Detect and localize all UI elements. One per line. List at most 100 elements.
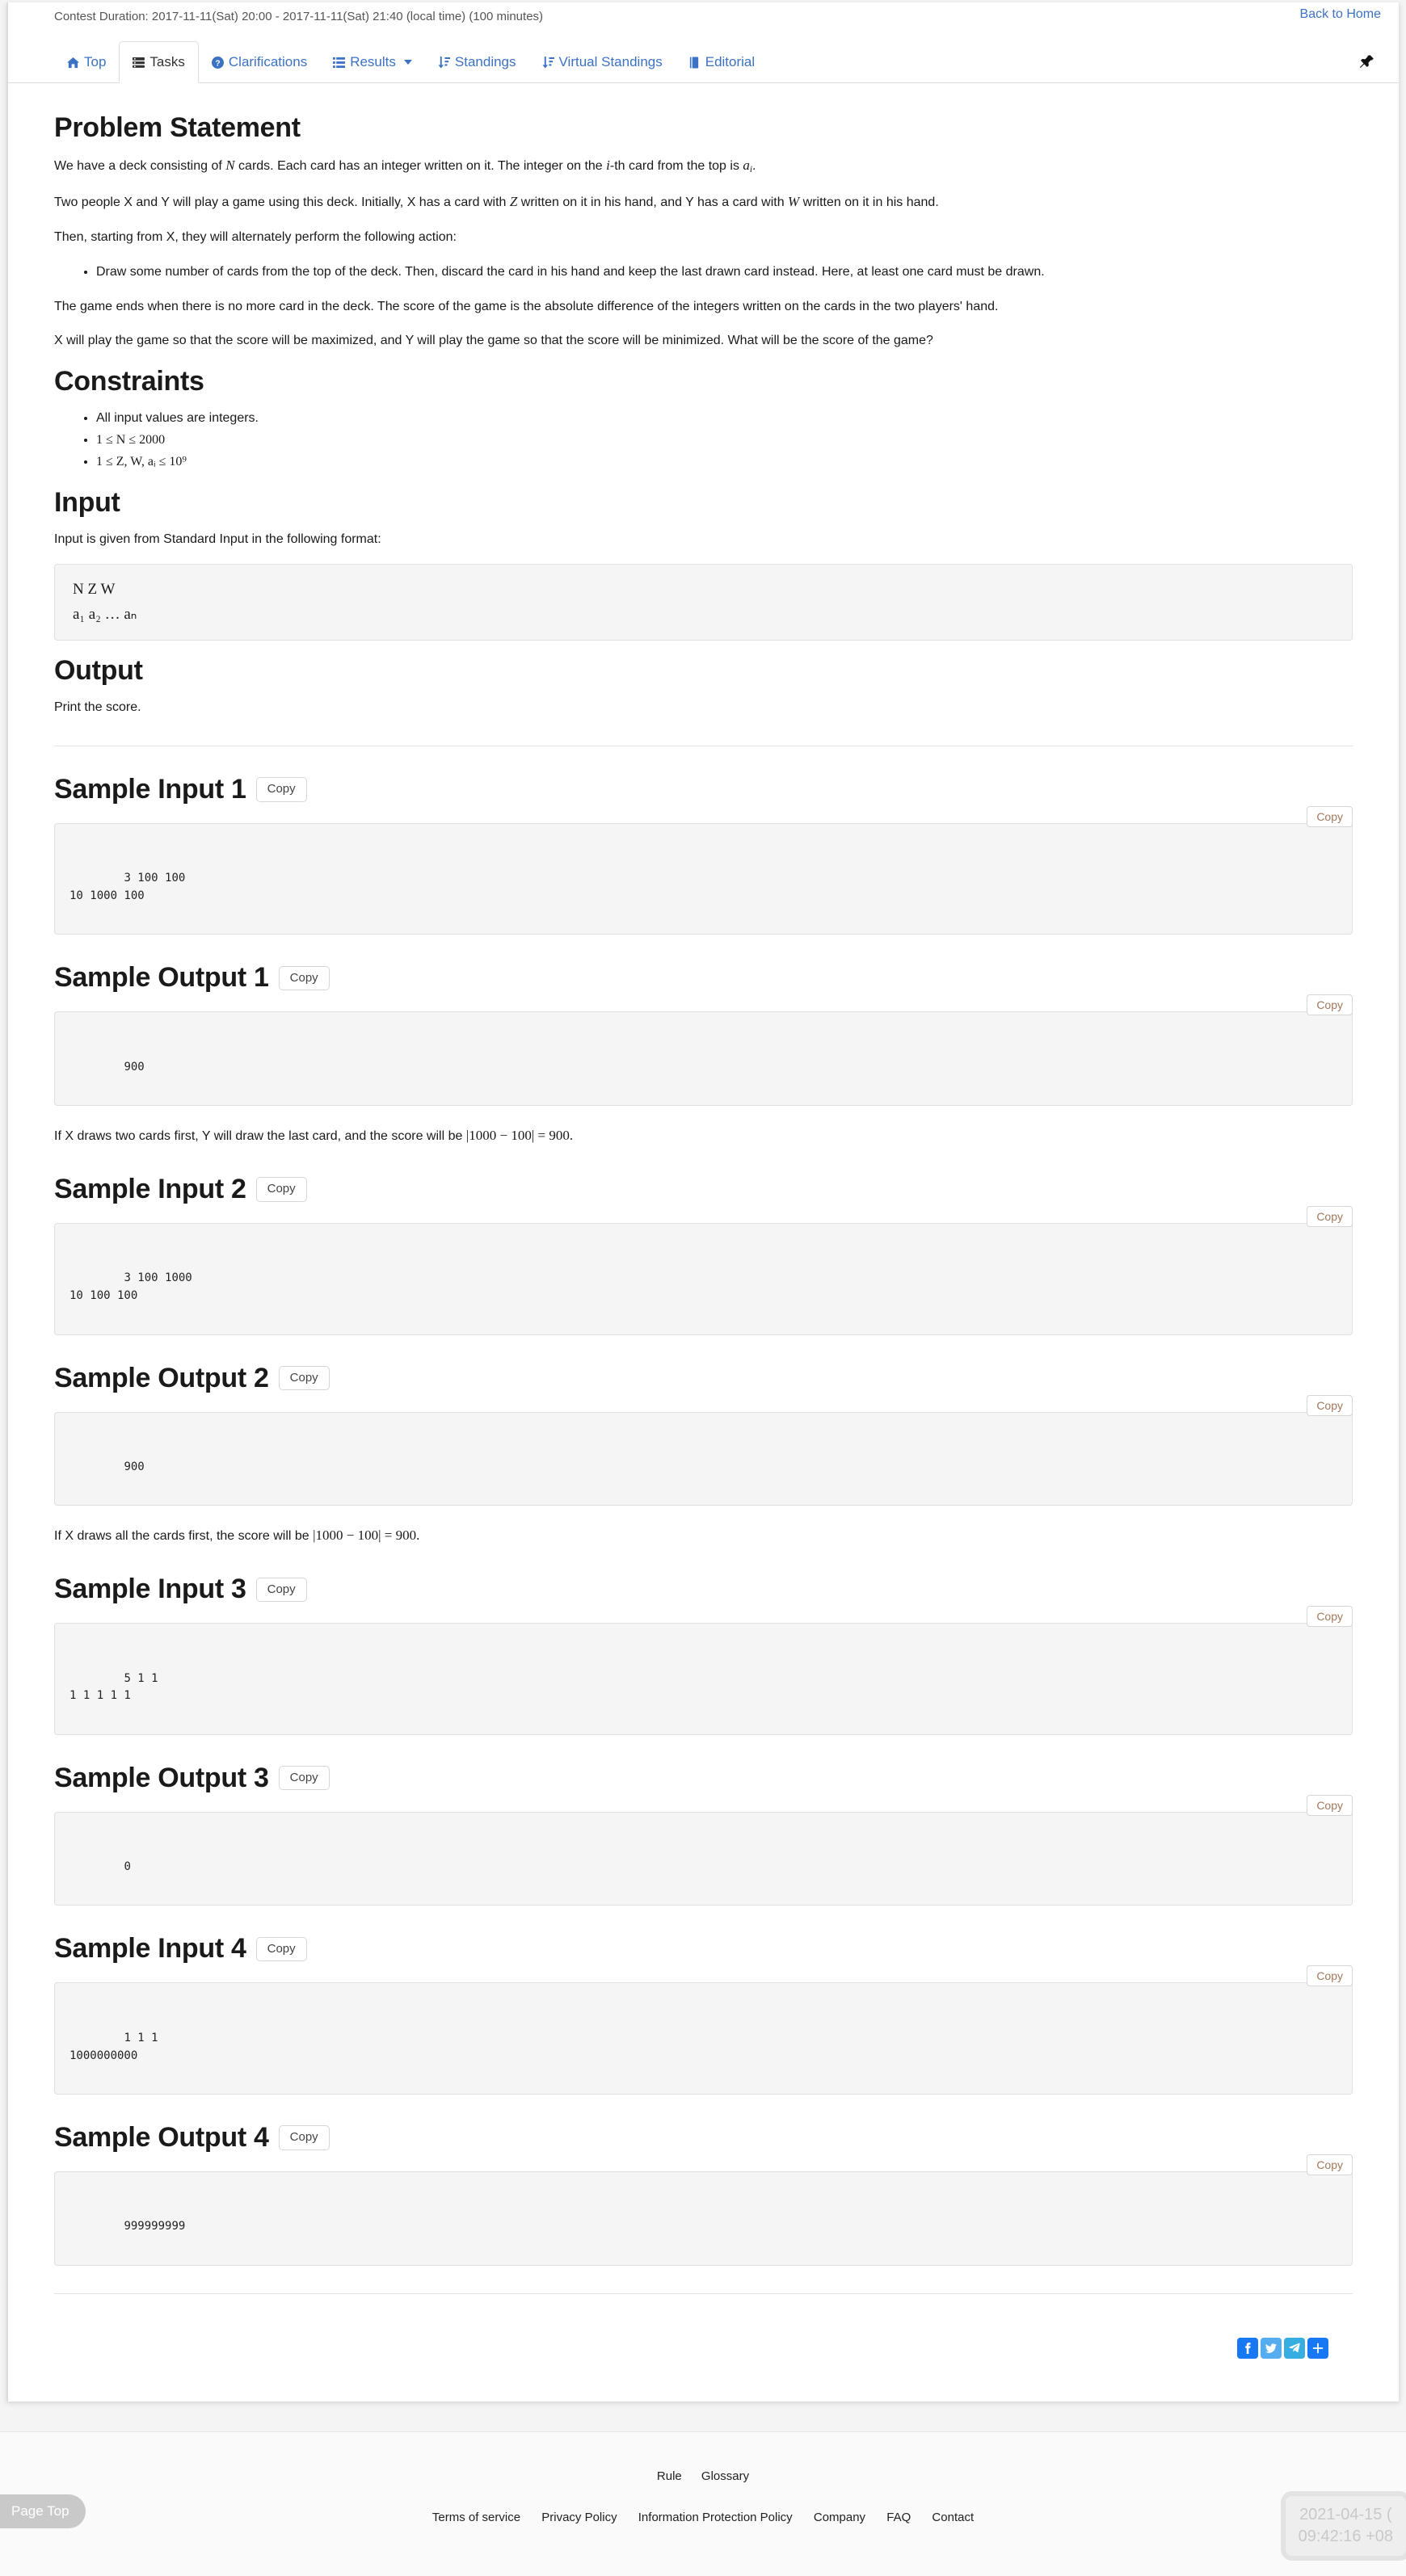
site-footer: Rule Glossary Terms of service Privacy P… bbox=[0, 2431, 1406, 2576]
sample-code-box: Copy 900 bbox=[54, 994, 1353, 1107]
section-heading-problem-statement: Problem Statement bbox=[54, 112, 301, 143]
sample-header: Sample Output 1 Copy bbox=[54, 962, 1353, 994]
text-fragment: written on it in his hand. bbox=[799, 195, 939, 210]
text-fragment: . bbox=[752, 159, 756, 173]
sample-code-box: Copy 999999999 bbox=[54, 2154, 1353, 2266]
text-fragment: If X draws two cards first, Y will draw … bbox=[54, 1129, 466, 1144]
sample-code-box: Copy 5 1 1 1 1 1 1 1 bbox=[54, 1606, 1353, 1735]
sample-block: Sample Input 2 Copy Copy 3 100 1000 10 1… bbox=[54, 1174, 1353, 1335]
page-top-button[interactable]: Page Top bbox=[0, 2494, 86, 2528]
nav-tab-clarifications[interactable]: ? Clarifications bbox=[199, 41, 320, 83]
problem-content: Problem Statement We have a deck consist… bbox=[8, 83, 1399, 2359]
copy-button[interactable]: Copy bbox=[278, 1765, 330, 1791]
svg-text:?: ? bbox=[215, 59, 220, 68]
inline-copy-button[interactable]: Copy bbox=[1307, 994, 1353, 1016]
copy-button[interactable]: Copy bbox=[278, 965, 330, 991]
problem-action-list: Draw some number of cards from the top o… bbox=[54, 263, 1353, 283]
inline-copy-button[interactable]: Copy bbox=[1307, 1794, 1353, 1816]
nav-tab-label: Virtual Standings bbox=[558, 54, 663, 69]
sort-amount-icon bbox=[438, 56, 450, 69]
sample-title: Sample Input 1 bbox=[54, 773, 246, 805]
question-circle-icon: ? bbox=[211, 56, 224, 69]
contest-nav: Top Tasks ? Clarifications Results Stand… bbox=[8, 41, 1399, 83]
nav-tab-results[interactable]: Results bbox=[320, 41, 425, 83]
back-to-home-link[interactable]: Back to Home bbox=[1300, 7, 1381, 22]
section-heading-output: Output bbox=[54, 655, 143, 687]
sample-header: Sample Input 1 Copy bbox=[54, 774, 1353, 805]
problem-paragraph-4: The game ends when there is no more card… bbox=[54, 299, 999, 313]
sample-header: Sample Input 2 Copy bbox=[54, 1174, 1353, 1205]
sample-code-box: Copy 3 100 100 10 1000 100 bbox=[54, 805, 1353, 935]
input-format-box: N Z W a₁ a₂ … aₙ bbox=[54, 564, 1353, 641]
sample-block: Sample Input 4 Copy Copy 1 1 1 100000000… bbox=[54, 1933, 1353, 2095]
sample-block: Sample Input 1 Copy Copy 3 100 100 10 10… bbox=[54, 774, 1353, 935]
chevron-down-icon bbox=[403, 60, 412, 65]
sample-code-box: Copy 1 1 1 1000000000 bbox=[54, 1965, 1353, 2095]
clock-date-line: 2021-04-15 ( bbox=[1299, 2506, 1392, 2523]
copy-button[interactable]: Copy bbox=[255, 777, 307, 802]
problem-paragraph-2: Two people X and Y will play a game usin… bbox=[54, 191, 1353, 213]
tasks-icon bbox=[133, 57, 145, 69]
book-icon bbox=[688, 56, 701, 69]
text-fragment: written on it in his hand, and Y has a c… bbox=[517, 195, 789, 210]
nav-tab-top[interactable]: Top bbox=[54, 41, 119, 83]
copy-button[interactable]: Copy bbox=[255, 1177, 307, 1202]
footer-link-contact[interactable]: Contact bbox=[932, 2511, 974, 2524]
problem-paragraph-3: Then, starting from X, they will alterna… bbox=[54, 229, 457, 244]
footer-link-terms-of-service[interactable]: Terms of service bbox=[432, 2511, 520, 2524]
nav-tab-virtual-standings[interactable]: Virtual Standings bbox=[529, 41, 676, 83]
footer-link-company[interactable]: Company bbox=[814, 2511, 865, 2524]
footer-link-privacy-policy[interactable]: Privacy Policy bbox=[541, 2511, 617, 2524]
section-heading-constraints: Constraints bbox=[54, 366, 204, 397]
nav-tab-label: Top bbox=[84, 54, 107, 69]
footer-top-links: Rule Glossary bbox=[0, 2432, 1406, 2483]
nav-tab-standings[interactable]: Standings bbox=[425, 41, 529, 83]
sample-title: Sample Output 2 bbox=[54, 1362, 269, 1393]
math-ai: a bbox=[743, 158, 750, 173]
inline-copy-button[interactable]: Copy bbox=[1307, 1606, 1353, 1628]
sample-explanation: If X draws two cards first, Y will draw … bbox=[54, 1125, 1353, 1146]
inline-copy-button[interactable]: Copy bbox=[1307, 805, 1353, 827]
inline-copy-button[interactable]: Copy bbox=[1307, 1206, 1353, 1228]
footer-link-information-protection-policy[interactable]: Information Protection Policy bbox=[638, 2511, 793, 2524]
inline-copy-button[interactable]: Copy bbox=[1307, 1394, 1353, 1416]
constraints-list: All input values are integers. 1 ≤ N ≤ 2… bbox=[54, 409, 1353, 472]
text-fragment: If X draws all the cards first, the scor… bbox=[54, 1529, 314, 1544]
telegram-share-icon[interactable] bbox=[1284, 2337, 1305, 2359]
nav-tab-label: Tasks bbox=[149, 54, 185, 69]
more-share-icon[interactable] bbox=[1307, 2337, 1328, 2359]
list-item: All input values are integers. bbox=[96, 409, 1353, 429]
math-expression: |1000 − 100| = 900. bbox=[313, 1528, 420, 1544]
nav-tab-editorial[interactable]: Editorial bbox=[676, 41, 768, 83]
twitter-share-icon[interactable] bbox=[1261, 2337, 1282, 2359]
list-item: 1 ≤ N ≤ 2000 bbox=[96, 431, 1353, 451]
nav-tab-label: Standings bbox=[454, 54, 516, 69]
inline-copy-button[interactable]: Copy bbox=[1307, 2154, 1353, 2175]
copy-button[interactable]: Copy bbox=[255, 1577, 307, 1603]
copy-button[interactable]: Copy bbox=[278, 2125, 330, 2150]
text-fragment: cards. Each card has an integer written … bbox=[234, 159, 607, 173]
output-lead-text: Print the score. bbox=[54, 700, 141, 715]
home-icon bbox=[67, 57, 79, 69]
nav-tab-tasks[interactable]: Tasks bbox=[119, 41, 199, 83]
sample-title: Sample Input 4 bbox=[54, 1933, 246, 1965]
inline-copy-button[interactable]: Copy bbox=[1307, 1965, 1353, 1987]
pin-icon[interactable] bbox=[1355, 51, 1378, 74]
text-fragment: Two people X and Y will play a game usin… bbox=[54, 195, 510, 210]
math-W: W bbox=[788, 194, 800, 210]
sample-header: Sample Input 3 Copy bbox=[54, 1574, 1353, 1605]
sample-code-text: 1 1 1 1000000000 bbox=[69, 2031, 158, 2062]
footer-link-faq[interactable]: FAQ bbox=[886, 2511, 911, 2524]
divider bbox=[54, 2292, 1353, 2294]
facebook-share-icon[interactable] bbox=[1237, 2337, 1258, 2359]
footer-link-glossary[interactable]: Glossary bbox=[701, 2469, 749, 2483]
footer-link-rule[interactable]: Rule bbox=[657, 2469, 682, 2483]
copy-button[interactable]: Copy bbox=[255, 1936, 307, 1962]
input-format-line-1: N Z W bbox=[73, 581, 116, 599]
sample-title: Sample Output 3 bbox=[54, 1762, 269, 1793]
copy-button[interactable]: Copy bbox=[278, 1365, 330, 1391]
sample-code-text: 900 bbox=[124, 1460, 145, 1473]
input-format-line-2: a₁ a₂ … aₙ bbox=[73, 605, 137, 623]
nav-tab-label: Results bbox=[350, 54, 396, 69]
problem-paragraph-5: X will play the game so that the score w… bbox=[54, 334, 933, 348]
